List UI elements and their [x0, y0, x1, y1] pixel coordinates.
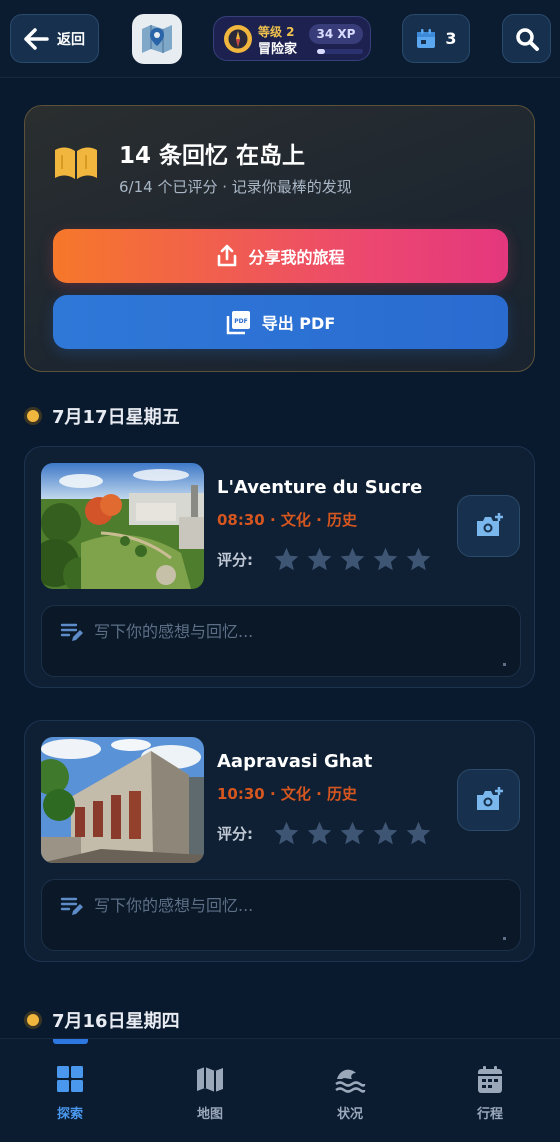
export-pdf-button[interactable]: PDF 导出 PDF	[53, 295, 508, 349]
calendar-icon	[478, 1066, 502, 1093]
level-badge[interactable]: 等级 2 冒险家 34 XP	[213, 16, 371, 61]
nav-label: 探索	[56, 1107, 83, 1122]
memory-note-input[interactable]: 写下你的感想与回忆...	[41, 879, 521, 951]
share-icon	[218, 244, 237, 267]
timeline-dot	[24, 1011, 42, 1029]
rating-label: 评分:	[217, 825, 253, 843]
camera-plus-icon	[476, 513, 503, 536]
nav-label: 行程	[476, 1107, 503, 1122]
attraction-photo	[41, 737, 204, 863]
summary-subtitle: 6/14 个已评分 · 记录你最棒的发现	[119, 178, 352, 196]
attraction-meta: 08:30 · 文化 · 历史	[217, 511, 358, 529]
notes-edit-icon	[60, 897, 83, 915]
book-open-icon	[55, 147, 97, 179]
date-header: 7月16日星期四	[24, 1007, 180, 1033]
add-photo-button[interactable]	[457, 769, 520, 831]
map-icon	[197, 1067, 223, 1092]
active-tab-indicator	[53, 1039, 88, 1044]
note-placeholder: 写下你的感想与回忆...	[94, 896, 254, 915]
export-pdf-label: 导出 PDF	[261, 314, 336, 333]
attraction-name: L'Aventure du Sucre	[217, 477, 423, 498]
rating-row: 评分:	[217, 820, 438, 847]
pdf-file-icon: PDF	[226, 311, 250, 335]
rating-row: 评分:	[217, 546, 438, 573]
calendar-icon	[417, 28, 436, 48]
date-label: 7月17日星期五	[52, 407, 180, 428]
attraction-meta: 10:30 · 文化 · 历史	[217, 785, 358, 803]
summary-title: 14 条回忆 在岛上	[119, 143, 306, 169]
calendar-button[interactable]: 3	[402, 14, 470, 63]
back-label: 返回	[57, 31, 85, 48]
date-label: 7月16日星期四	[52, 1011, 180, 1032]
attraction-name: Aapravasi Ghat	[217, 751, 373, 772]
add-photo-button[interactable]	[457, 495, 520, 557]
star-icon[interactable]	[339, 820, 366, 847]
bottom-navigation: 探索 地图 状况 行程	[0, 1038, 560, 1142]
nav-label: 地图	[196, 1107, 223, 1122]
waves-icon	[335, 1069, 366, 1093]
map-pin-icon	[142, 25, 172, 53]
calendar-count: 3	[445, 29, 457, 48]
xp-progress-fill	[317, 49, 325, 54]
arrow-left-icon	[24, 27, 49, 50]
star-icon[interactable]	[372, 546, 399, 573]
pdf-icon-text: PDF	[234, 318, 247, 325]
resize-handle[interactable]	[503, 937, 506, 940]
star-icon[interactable]	[273, 546, 300, 573]
resize-handle[interactable]	[503, 663, 506, 666]
nav-label: 状况	[336, 1107, 363, 1122]
star-icon[interactable]	[306, 820, 333, 847]
top-bar: 返回 等级 2 冒险家 34 XP 3	[0, 0, 560, 78]
rating-label: 评分:	[217, 551, 253, 569]
nav-item-explore[interactable]: 探索	[30, 1065, 110, 1122]
compass-icon	[224, 25, 252, 53]
note-placeholder: 写下你的感想与回忆...	[94, 622, 254, 641]
date-header: 7月17日星期五	[24, 403, 180, 429]
nav-item-itinerary[interactable]: 行程	[450, 1065, 530, 1122]
app-logo[interactable]	[132, 14, 182, 64]
star-icon[interactable]	[405, 820, 432, 847]
nav-item-conditions[interactable]: 状况	[310, 1065, 390, 1122]
rank-label: 冒险家	[258, 42, 298, 57]
camera-plus-icon	[476, 787, 503, 810]
memories-summary-card: 14 条回忆 在岛上 6/14 个已评分 · 记录你最棒的发现 分享我的旅程 P…	[24, 105, 535, 372]
nav-item-map[interactable]: 地图	[170, 1065, 250, 1122]
xp-badge: 34 XP	[309, 24, 363, 44]
timeline-dot	[24, 407, 42, 425]
search-button[interactable]	[502, 14, 551, 63]
share-journey-button[interactable]: 分享我的旅程	[53, 229, 508, 283]
memory-card: Aapravasi Ghat 10:30 · 文化 · 历史 评分: 写下你的感…	[24, 720, 535, 962]
search-icon	[515, 27, 539, 51]
star-icon[interactable]	[339, 546, 366, 573]
star-icon[interactable]	[273, 820, 300, 847]
share-label: 分享我的旅程	[248, 248, 345, 267]
memory-card: L'Aventure du Sucre 08:30 · 文化 · 历史 评分: …	[24, 446, 535, 688]
xp-progress-bar	[317, 49, 363, 54]
star-icon[interactable]	[372, 820, 399, 847]
grid-icon	[57, 1066, 83, 1092]
attraction-photo	[41, 463, 204, 589]
star-icon[interactable]	[405, 546, 432, 573]
memory-note-input[interactable]: 写下你的感想与回忆...	[41, 605, 521, 677]
back-button[interactable]: 返回	[10, 14, 99, 63]
star-icon[interactable]	[306, 546, 333, 573]
notes-edit-icon	[60, 623, 83, 641]
